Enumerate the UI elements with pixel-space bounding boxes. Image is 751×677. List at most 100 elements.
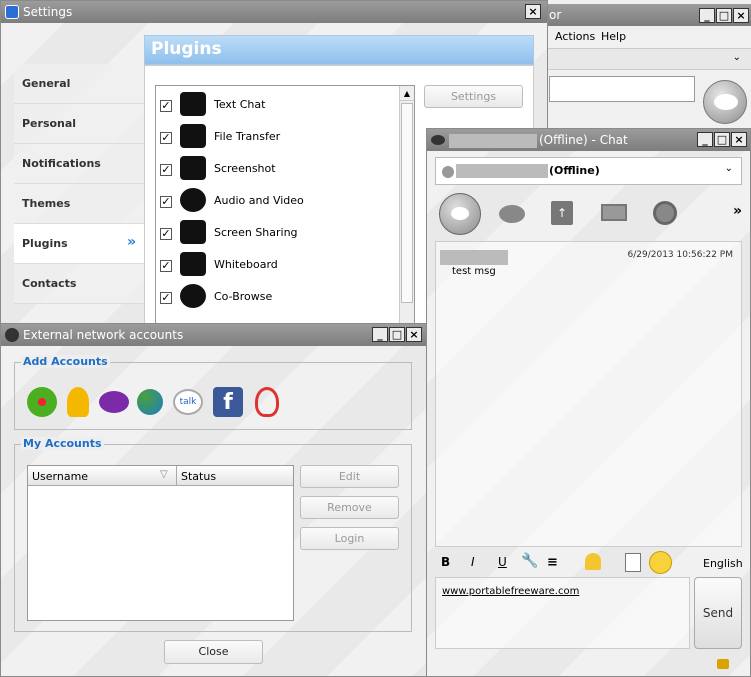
chevron-down-icon[interactable]: ⌄ <box>733 52 741 63</box>
language-label[interactable]: English <box>703 557 743 570</box>
headset-icon <box>180 188 206 212</box>
jabber-icon[interactable] <box>255 387 279 417</box>
message-input-text: www.portablefreeware.com <box>442 586 580 597</box>
plugin-row: ✓ Screenshot <box>156 154 400 182</box>
plugin-checkbox[interactable]: ✓ <box>160 196 172 208</box>
menu-bar: Actions Help <box>547 28 751 46</box>
maximize-button[interactable]: □ <box>714 132 730 147</box>
sidebar-item-label: Personal <box>22 117 77 130</box>
sidebar-item-label: General <box>22 77 71 90</box>
scroll-up-arrow[interactable]: ▲ <box>400 86 414 101</box>
contact-status: (Offline) <box>549 164 600 177</box>
underline-button[interactable]: U <box>498 555 507 569</box>
menu-actions[interactable]: Actions <box>555 28 595 46</box>
minimize-button[interactable]: _ <box>699 8 715 23</box>
close-button[interactable]: × <box>733 8 749 23</box>
column-username[interactable]: Username <box>32 470 88 483</box>
sidebar-item-notifications[interactable]: Notifications <box>14 144 144 184</box>
plugin-checkbox[interactable]: ✓ <box>160 292 172 304</box>
plugin-label: Screenshot <box>214 162 276 175</box>
contact-selector[interactable]: (Offline) ⌄ <box>435 157 742 185</box>
align-icon[interactable]: ≡ <box>547 555 558 570</box>
plugin-checkbox[interactable]: ✓ <box>160 228 172 240</box>
minimize-button[interactable]: _ <box>697 132 713 147</box>
bell-icon[interactable] <box>585 553 601 570</box>
italic-button[interactable]: I <box>471 555 475 569</box>
plugin-checkbox[interactable]: ✓ <box>160 164 172 176</box>
sidebar-item-themes[interactable]: Themes <box>14 184 144 224</box>
minimize-button[interactable]: _ <box>372 327 388 342</box>
plugin-settings-button[interactable]: Settings <box>424 85 523 108</box>
sidebar-item-contacts[interactable]: Contacts <box>14 264 144 304</box>
more-tools-button[interactable]: » <box>733 203 742 219</box>
plugin-checkbox[interactable]: ✓ <box>160 132 172 144</box>
headset-icon[interactable] <box>653 201 677 225</box>
chevron-down-icon[interactable]: ⌄ <box>725 163 733 174</box>
table-header: Username ▽ Status <box>28 466 293 486</box>
close-button[interactable]: × <box>731 132 747 147</box>
scrollbar[interactable]: ▲ <box>399 86 414 324</box>
sort-arrow-icon[interactable]: ▽ <box>160 469 168 480</box>
my-accounts-label: My Accounts <box>21 437 104 450</box>
plugin-checkbox[interactable]: ✓ <box>160 100 172 112</box>
add-accounts-group: Add Accounts talk f <box>14 355 412 430</box>
whiteboard-icon <box>180 252 206 276</box>
main-window-title: or <box>549 8 562 22</box>
plugin-label: Text Chat <box>214 98 266 111</box>
chat-title: (Offline) - Chat <box>539 133 628 147</box>
icq-flower-icon[interactable] <box>27 387 57 417</box>
sidebar-item-general[interactable]: General <box>14 64 144 104</box>
plugin-checkbox[interactable]: ✓ <box>160 260 172 272</box>
smiley-icon[interactable] <box>649 551 672 574</box>
facebook-icon[interactable]: f <box>213 387 243 417</box>
globe-icon <box>180 284 206 308</box>
chat-bubble-icon[interactable] <box>499 205 525 223</box>
network-icons: talk f <box>27 385 287 417</box>
talk-icon[interactable] <box>439 193 481 235</box>
chat-bubble-icon <box>431 135 445 145</box>
plugin-label: Co-Browse <box>214 290 273 303</box>
remove-button[interactable]: Remove <box>300 496 399 519</box>
scroll-thumb[interactable] <box>401 103 413 303</box>
send-button[interactable]: Send <box>694 577 742 649</box>
msn-icon[interactable] <box>137 389 163 415</box>
monitor-icon[interactable] <box>601 204 627 221</box>
column-status[interactable]: Status <box>181 470 216 483</box>
accounts-table[interactable]: Username ▽ Status <box>27 465 294 621</box>
plugin-row: ✓ Audio and Video <box>156 186 400 214</box>
main-toolbar: ⌄ <box>547 48 751 70</box>
sidebar-item-label: Plugins <box>22 237 68 250</box>
sidebar-item-personal[interactable]: Personal <box>14 104 144 144</box>
plugin-label: Whiteboard <box>214 258 278 271</box>
google-talk-icon[interactable]: talk <box>173 389 203 415</box>
chat-window: (Offline) - Chat _ □ × (Offline) ⌄ ↑ » 6… <box>426 128 751 677</box>
menu-help[interactable]: Help <box>601 28 626 46</box>
status-bubble-icon[interactable] <box>703 80 747 124</box>
yahoo-icon[interactable] <box>99 391 129 413</box>
sidebar-item-plugins[interactable]: Plugins » <box>14 224 144 264</box>
close-dialog-button[interactable]: Close <box>164 640 263 664</box>
my-accounts-group: My Accounts Username ▽ Status Edit Remov… <box>14 437 412 632</box>
main-window: or _ □ × Actions Help ⌄ <box>546 0 751 130</box>
monitor-icon <box>180 156 206 180</box>
maximize-button[interactable]: □ <box>716 8 732 23</box>
message-input[interactable]: www.portablefreeware.com <box>435 577 690 649</box>
screen-sharing-icon <box>180 220 206 244</box>
lightning-icon <box>5 328 19 342</box>
close-button[interactable]: × <box>525 4 541 19</box>
contact-name-redacted <box>456 164 548 178</box>
file-transfer-icon[interactable]: ↑ <box>551 201 573 225</box>
main-search-input[interactable] <box>549 76 695 102</box>
document-icon[interactable] <box>625 553 641 572</box>
aim-icon[interactable] <box>67 387 89 417</box>
edit-button[interactable]: Edit <box>300 465 399 488</box>
close-button[interactable]: × <box>406 327 422 342</box>
bold-button[interactable]: B <box>441 555 450 569</box>
sidebar-item-label: Notifications <box>22 157 101 170</box>
plugin-row: ✓ Co-Browse <box>156 282 400 310</box>
maximize-button[interactable]: □ <box>389 327 405 342</box>
app-logo-icon <box>5 5 19 19</box>
wrench-icon[interactable]: 🔧 <box>521 553 538 569</box>
login-button[interactable]: Login <box>300 527 399 550</box>
settings-titlebar: Settings × <box>1 1 547 23</box>
